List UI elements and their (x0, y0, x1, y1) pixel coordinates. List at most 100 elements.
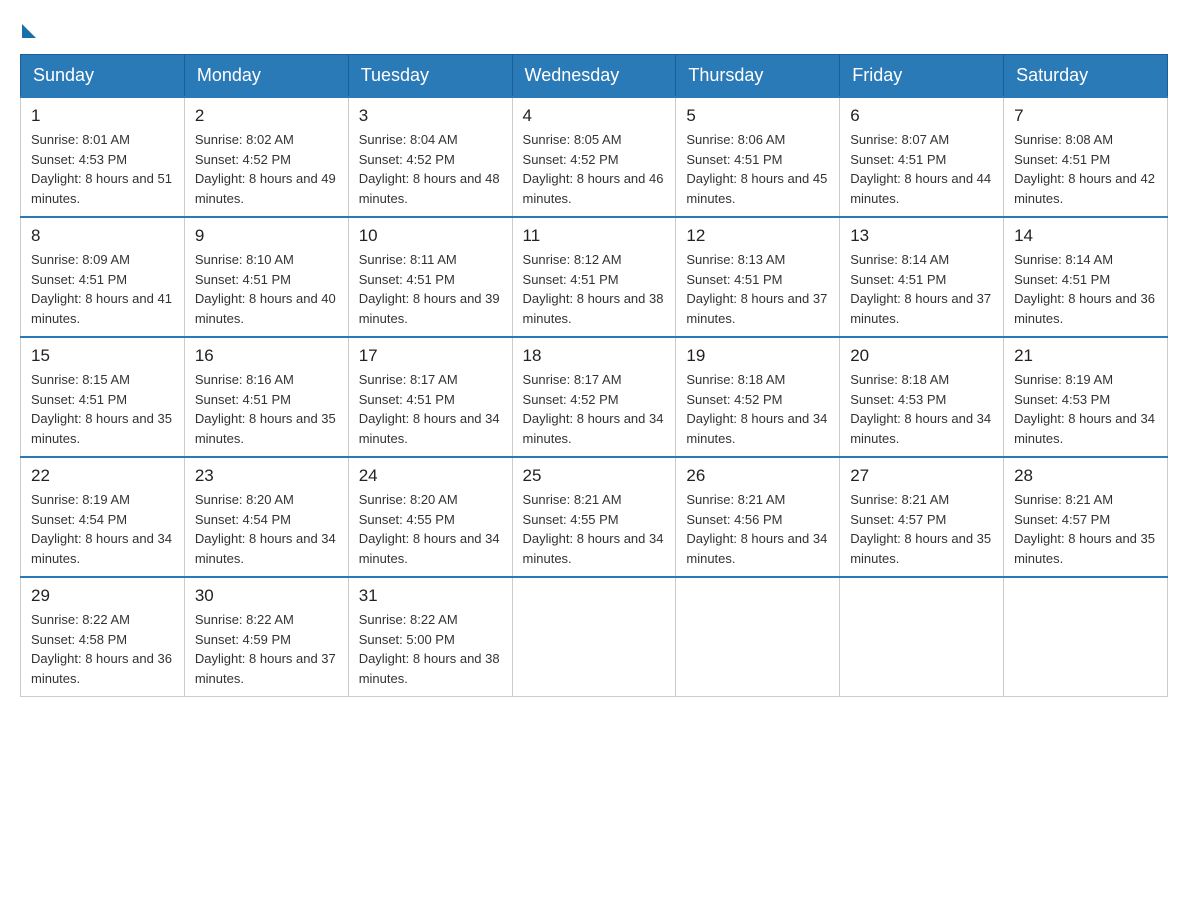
col-header-saturday: Saturday (1004, 55, 1168, 98)
day-number: 24 (359, 466, 502, 486)
calendar-day-cell: 3 Sunrise: 8:04 AMSunset: 4:52 PMDaylight… (348, 97, 512, 217)
day-number: 8 (31, 226, 174, 246)
day-number: 10 (359, 226, 502, 246)
day-info: Sunrise: 8:14 AMSunset: 4:51 PMDaylight:… (1014, 250, 1157, 328)
day-number: 12 (686, 226, 829, 246)
day-info: Sunrise: 8:22 AMSunset: 4:59 PMDaylight:… (195, 610, 338, 688)
calendar-day-cell: 4 Sunrise: 8:05 AMSunset: 4:52 PMDaylight… (512, 97, 676, 217)
calendar-day-cell: 20 Sunrise: 8:18 AMSunset: 4:53 PMDayligh… (840, 337, 1004, 457)
calendar-day-cell: 2Sunrise: 8:02 AMSunset: 4:52 PMDaylight… (184, 97, 348, 217)
day-number: 26 (686, 466, 829, 486)
calendar-day-cell: 6 Sunrise: 8:07 AMSunset: 4:51 PMDaylight… (840, 97, 1004, 217)
day-number: 22 (31, 466, 174, 486)
day-info: Sunrise: 8:17 AMSunset: 4:52 PMDaylight:… (523, 370, 666, 448)
day-number: 9 (195, 226, 338, 246)
day-number: 1 (31, 106, 174, 126)
calendar-day-cell: 22 Sunrise: 8:19 AMSunset: 4:54 PMDayligh… (21, 457, 185, 577)
calendar-day-cell: 31 Sunrise: 8:22 AMSunset: 5:00 PMDayligh… (348, 577, 512, 697)
day-info: Sunrise: 8:08 AMSunset: 4:51 PMDaylight:… (1014, 130, 1157, 208)
day-number: 4 (523, 106, 666, 126)
day-info: Sunrise: 8:06 AMSunset: 4:51 PMDaylight:… (686, 130, 829, 208)
calendar-day-cell: 26 Sunrise: 8:21 AMSunset: 4:56 PMDayligh… (676, 457, 840, 577)
col-header-friday: Friday (840, 55, 1004, 98)
col-header-wednesday: Wednesday (512, 55, 676, 98)
calendar-day-cell: 12 Sunrise: 8:13 AMSunset: 4:51 PMDayligh… (676, 217, 840, 337)
logo-arrow-icon (22, 24, 36, 38)
day-info: Sunrise: 8:22 AMSunset: 4:58 PMDaylight:… (31, 610, 174, 688)
calendar-day-cell: 15 Sunrise: 8:15 AMSunset: 4:51 PMDayligh… (21, 337, 185, 457)
calendar-day-cell: 25 Sunrise: 8:21 AMSunset: 4:55 PMDayligh… (512, 457, 676, 577)
day-info: Sunrise: 8:20 AMSunset: 4:54 PMDaylight:… (195, 490, 338, 568)
day-info: Sunrise: 8:19 AMSunset: 4:54 PMDaylight:… (31, 490, 174, 568)
calendar-day-cell: 23 Sunrise: 8:20 AMSunset: 4:54 PMDayligh… (184, 457, 348, 577)
calendar-week-row: 29 Sunrise: 8:22 AMSunset: 4:58 PMDayligh… (21, 577, 1168, 697)
day-number: 31 (359, 586, 502, 606)
day-info: Sunrise: 8:15 AMSunset: 4:51 PMDaylight:… (31, 370, 174, 448)
calendar-week-row: 22 Sunrise: 8:19 AMSunset: 4:54 PMDayligh… (21, 457, 1168, 577)
calendar-day-cell: 29 Sunrise: 8:22 AMSunset: 4:58 PMDayligh… (21, 577, 185, 697)
logo (20, 20, 36, 34)
day-number: 6 (850, 106, 993, 126)
calendar-day-cell: 1Sunrise: 8:01 AMSunset: 4:53 PMDaylight… (21, 97, 185, 217)
calendar-week-row: 8 Sunrise: 8:09 AMSunset: 4:51 PMDaylight… (21, 217, 1168, 337)
calendar-week-row: 1Sunrise: 8:01 AMSunset: 4:53 PMDaylight… (21, 97, 1168, 217)
day-info: Sunrise: 8:20 AMSunset: 4:55 PMDaylight:… (359, 490, 502, 568)
day-info: Sunrise: 8:11 AMSunset: 4:51 PMDaylight:… (359, 250, 502, 328)
calendar-day-cell (840, 577, 1004, 697)
day-number: 14 (1014, 226, 1157, 246)
calendar-day-cell: 7Sunrise: 8:08 AMSunset: 4:51 PMDaylight… (1004, 97, 1168, 217)
day-info: Sunrise: 8:19 AMSunset: 4:53 PMDaylight:… (1014, 370, 1157, 448)
day-number: 20 (850, 346, 993, 366)
day-info: Sunrise: 8:22 AMSunset: 5:00 PMDaylight:… (359, 610, 502, 688)
day-number: 21 (1014, 346, 1157, 366)
calendar-day-cell: 17 Sunrise: 8:17 AMSunset: 4:51 PMDayligh… (348, 337, 512, 457)
calendar-day-cell: 8 Sunrise: 8:09 AMSunset: 4:51 PMDaylight… (21, 217, 185, 337)
calendar-day-cell: 16 Sunrise: 8:16 AMSunset: 4:51 PMDayligh… (184, 337, 348, 457)
calendar-day-cell: 24 Sunrise: 8:20 AMSunset: 4:55 PMDayligh… (348, 457, 512, 577)
day-info: Sunrise: 8:13 AMSunset: 4:51 PMDaylight:… (686, 250, 829, 328)
day-number: 29 (31, 586, 174, 606)
day-number: 5 (686, 106, 829, 126)
day-info: Sunrise: 8:18 AMSunset: 4:53 PMDaylight:… (850, 370, 993, 448)
day-info: Sunrise: 8:10 AMSunset: 4:51 PMDaylight:… (195, 250, 338, 328)
calendar-table: SundayMondayTuesdayWednesdayThursdayFrid… (20, 54, 1168, 697)
day-info: Sunrise: 8:02 AMSunset: 4:52 PMDaylight:… (195, 130, 338, 208)
calendar-day-cell: 18 Sunrise: 8:17 AMSunset: 4:52 PMDayligh… (512, 337, 676, 457)
day-number: 28 (1014, 466, 1157, 486)
day-number: 27 (850, 466, 993, 486)
day-number: 15 (31, 346, 174, 366)
col-header-sunday: Sunday (21, 55, 185, 98)
day-number: 3 (359, 106, 502, 126)
calendar-day-cell: 19Sunrise: 8:18 AMSunset: 4:52 PMDayligh… (676, 337, 840, 457)
day-info: Sunrise: 8:14 AMSunset: 4:51 PMDaylight:… (850, 250, 993, 328)
day-info: Sunrise: 8:12 AMSunset: 4:51 PMDaylight:… (523, 250, 666, 328)
calendar-day-cell: 21 Sunrise: 8:19 AMSunset: 4:53 PMDayligh… (1004, 337, 1168, 457)
calendar-day-cell: 13 Sunrise: 8:14 AMSunset: 4:51 PMDayligh… (840, 217, 1004, 337)
day-number: 25 (523, 466, 666, 486)
calendar-day-cell: 11 Sunrise: 8:12 AMSunset: 4:51 PMDayligh… (512, 217, 676, 337)
day-info: Sunrise: 8:21 AMSunset: 4:56 PMDaylight:… (686, 490, 829, 568)
day-info: Sunrise: 8:21 AMSunset: 4:57 PMDaylight:… (1014, 490, 1157, 568)
calendar-day-cell: 9 Sunrise: 8:10 AMSunset: 4:51 PMDaylight… (184, 217, 348, 337)
calendar-week-row: 15 Sunrise: 8:15 AMSunset: 4:51 PMDayligh… (21, 337, 1168, 457)
day-info: Sunrise: 8:21 AMSunset: 4:55 PMDaylight:… (523, 490, 666, 568)
calendar-day-cell: 14 Sunrise: 8:14 AMSunset: 4:51 PMDayligh… (1004, 217, 1168, 337)
day-info: Sunrise: 8:16 AMSunset: 4:51 PMDaylight:… (195, 370, 338, 448)
day-number: 18 (523, 346, 666, 366)
calendar-day-cell (512, 577, 676, 697)
calendar-day-cell: 5 Sunrise: 8:06 AMSunset: 4:51 PMDaylight… (676, 97, 840, 217)
day-number: 11 (523, 226, 666, 246)
col-header-monday: Monday (184, 55, 348, 98)
day-info: Sunrise: 8:09 AMSunset: 4:51 PMDaylight:… (31, 250, 174, 328)
col-header-tuesday: Tuesday (348, 55, 512, 98)
day-info: Sunrise: 8:18 AMSunset: 4:52 PMDaylight:… (686, 370, 829, 448)
day-info: Sunrise: 8:04 AMSunset: 4:52 PMDaylight:… (359, 130, 502, 208)
day-number: 16 (195, 346, 338, 366)
day-info: Sunrise: 8:17 AMSunset: 4:51 PMDaylight:… (359, 370, 502, 448)
day-number: 17 (359, 346, 502, 366)
day-info: Sunrise: 8:05 AMSunset: 4:52 PMDaylight:… (523, 130, 666, 208)
calendar-day-cell (1004, 577, 1168, 697)
day-number: 23 (195, 466, 338, 486)
day-info: Sunrise: 8:07 AMSunset: 4:51 PMDaylight:… (850, 130, 993, 208)
day-number: 13 (850, 226, 993, 246)
